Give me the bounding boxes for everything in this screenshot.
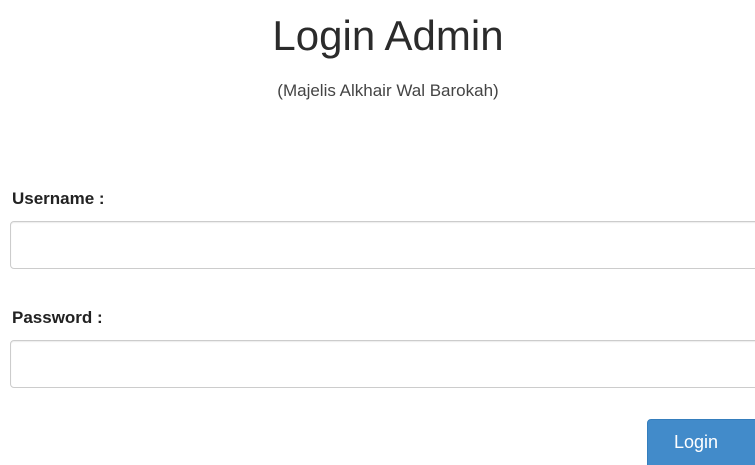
page-subtitle: (Majelis Alkhair Wal Barokah): [277, 81, 499, 100]
login-page: Login Admin (Majelis Alkhair Wal Barokah…: [0, 0, 755, 465]
login-button[interactable]: Login: [647, 419, 755, 465]
username-label: Username :: [12, 189, 105, 208]
password-label: Password :: [12, 308, 103, 327]
username-input[interactable]: [10, 221, 755, 269]
page-title: Login Admin: [272, 12, 504, 59]
password-input[interactable]: [10, 340, 755, 388]
